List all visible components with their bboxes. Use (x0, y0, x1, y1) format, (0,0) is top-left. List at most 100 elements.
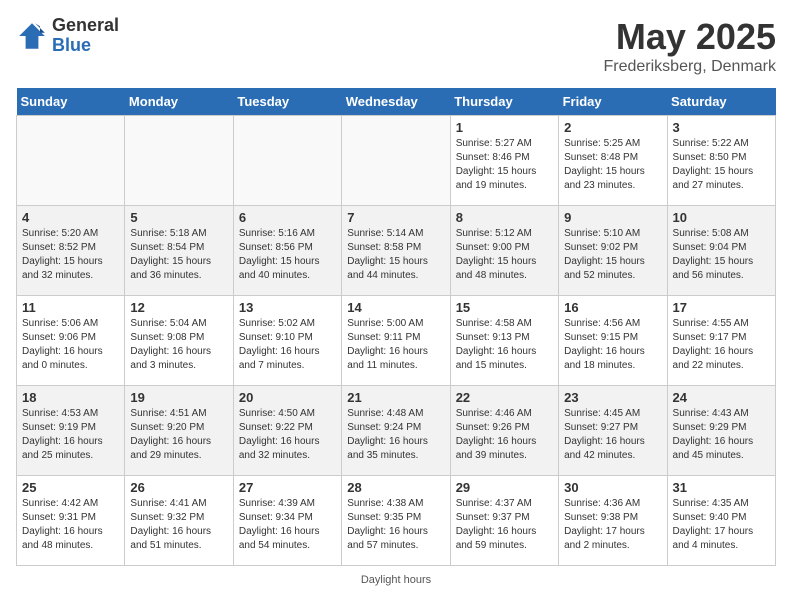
calendar-cell (342, 116, 450, 206)
date-number: 10 (673, 210, 770, 225)
date-number: 11 (22, 300, 119, 315)
calendar-cell: 24 Sunrise: 4:43 AM Sunset: 9:29 PM Dayli… (667, 386, 775, 476)
calendar-cell: 19Sunrise: 4:51 AM Sunset: 9:20 PM Dayli… (125, 386, 233, 476)
cell-info: Sunrise: 4:50 AM Sunset: 9:22 PM Dayligh… (239, 407, 336, 463)
calendar-cell: 2 Sunrise: 5:25 AM Sunset: 8:48 PM Daylig… (559, 116, 667, 206)
date-number: 17 (673, 300, 770, 315)
day-header-saturday: Saturday (667, 88, 775, 116)
cell-info: Sunrise: 4:45 AM Sunset: 9:27 PM Dayligh… (564, 407, 661, 463)
date-number: 14 (347, 300, 444, 315)
calendar-cell: 7 Sunrise: 5:14 AM Sunset: 8:58 PM Daylig… (342, 206, 450, 296)
calendar-cell: 18 Sunrise: 4:53 AM Sunset: 9:19 PM Dayli… (17, 386, 125, 476)
date-number: 7 (347, 210, 444, 225)
cell-info: Sunrise: 4:46 AM Sunset: 9:26 PM Dayligh… (456, 407, 553, 463)
calendar-cell: 22 Sunrise: 4:46 AM Sunset: 9:26 PM Dayli… (450, 386, 558, 476)
calendar-cell: 31Sunrise: 4:35 AM Sunset: 9:40 PM Dayli… (667, 476, 775, 566)
date-number: 21 (347, 390, 444, 405)
calendar-cell (17, 116, 125, 206)
date-number: 20 (239, 390, 336, 405)
calendar-cell: 12 Sunrise: 5:04 AM Sunset: 9:08 PM Dayli… (125, 296, 233, 386)
calendar-cell: 10Sunrise: 5:08 AM Sunset: 9:04 PM Dayli… (667, 206, 775, 296)
location: Frederiksberg, Denmark (604, 58, 777, 76)
calendar-cell: 6Sunrise: 5:16 AM Sunset: 8:56 PM Daylig… (233, 206, 341, 296)
cell-info: Sunrise: 5:18 AM Sunset: 8:54 PM Dayligh… (130, 227, 227, 283)
day-header-wednesday: Wednesday (342, 88, 450, 116)
cell-info: Sunrise: 4:37 AM Sunset: 9:37 PM Dayligh… (456, 497, 553, 553)
cell-info: Sunrise: 5:04 AM Sunset: 9:08 PM Dayligh… (130, 317, 227, 373)
day-header-row: SundayMondayTuesdayWednesdayThursdayFrid… (17, 88, 776, 116)
cell-info: Sunrise: 4:35 AM Sunset: 9:40 PM Dayligh… (673, 497, 770, 553)
cell-info: Sunrise: 5:25 AM Sunset: 8:48 PM Dayligh… (564, 137, 661, 193)
date-number: 4 (22, 210, 119, 225)
date-number: 16 (564, 300, 661, 315)
date-number: 18 (22, 390, 119, 405)
date-number: 28 (347, 480, 444, 495)
logo-text: General Blue (52, 16, 119, 56)
cell-info: Sunrise: 4:48 AM Sunset: 9:24 PM Dayligh… (347, 407, 444, 463)
calendar-cell: 27Sunrise: 4:39 AM Sunset: 9:34 PM Dayli… (233, 476, 341, 566)
date-number: 8 (456, 210, 553, 225)
calendar-cell: 25Sunrise: 4:42 AM Sunset: 9:31 PM Dayli… (17, 476, 125, 566)
cell-info: Sunrise: 4:55 AM Sunset: 9:17 PM Dayligh… (673, 317, 770, 373)
date-number: 22 (456, 390, 553, 405)
day-header-friday: Friday (559, 88, 667, 116)
cell-info: Sunrise: 4:43 AM Sunset: 9:29 PM Dayligh… (673, 407, 770, 463)
day-header-tuesday: Tuesday (233, 88, 341, 116)
logo-general-text: General (52, 16, 119, 36)
cell-info: Sunrise: 4:41 AM Sunset: 9:32 PM Dayligh… (130, 497, 227, 553)
cell-info: Sunrise: 5:02 AM Sunset: 9:10 PM Dayligh… (239, 317, 336, 373)
month-title: May 2025 (604, 16, 777, 58)
cell-info: Sunrise: 4:58 AM Sunset: 9:13 PM Dayligh… (456, 317, 553, 373)
calendar-table: SundayMondayTuesdayWednesdayThursdayFrid… (16, 88, 776, 566)
calendar-cell: 21 Sunrise: 4:48 AM Sunset: 9:24 PM Dayli… (342, 386, 450, 476)
calendar-cell: 29Sunrise: 4:37 AM Sunset: 9:37 PM Dayli… (450, 476, 558, 566)
date-number: 5 (130, 210, 227, 225)
cell-info: Sunrise: 4:36 AM Sunset: 9:38 PM Dayligh… (564, 497, 661, 553)
cell-info: Sunrise: 5:12 AM Sunset: 9:00 PM Dayligh… (456, 227, 553, 283)
date-number: 3 (673, 120, 770, 135)
cell-info: Sunrise: 4:56 AM Sunset: 9:15 PM Dayligh… (564, 317, 661, 373)
cell-info: Sunrise: 5:14 AM Sunset: 8:58 PM Dayligh… (347, 227, 444, 283)
cell-info: Sunrise: 4:42 AM Sunset: 9:31 PM Dayligh… (22, 497, 119, 553)
calendar-cell: 3 Sunrise: 5:22 AM Sunset: 8:50 PM Daylig… (667, 116, 775, 206)
week-row-3: 11 Sunrise: 5:06 AM Sunset: 9:06 PM Dayli… (17, 296, 776, 386)
cell-info: Sunrise: 5:00 AM Sunset: 9:11 PM Dayligh… (347, 317, 444, 373)
calendar-cell: 20 Sunrise: 4:50 AM Sunset: 9:22 PM Dayli… (233, 386, 341, 476)
cell-info: Sunrise: 5:22 AM Sunset: 8:50 PM Dayligh… (673, 137, 770, 193)
page-wrapper: General Blue May 2025 Frederiksberg, Den… (16, 16, 776, 586)
cell-info: Sunrise: 5:10 AM Sunset: 9:02 PM Dayligh… (564, 227, 661, 283)
calendar-cell: 15 Sunrise: 4:58 AM Sunset: 9:13 PM Dayli… (450, 296, 558, 386)
calendar-cell (125, 116, 233, 206)
date-number: 13 (239, 300, 336, 315)
date-number: 12 (130, 300, 227, 315)
cell-info: Sunrise: 5:20 AM Sunset: 8:52 PM Dayligh… (22, 227, 119, 283)
calendar-cell: 30 Sunrise: 4:36 AM Sunset: 9:38 PM Dayli… (559, 476, 667, 566)
date-number: 27 (239, 480, 336, 495)
week-row-1: 1Sunrise: 5:27 AM Sunset: 8:46 PM Daylig… (17, 116, 776, 206)
calendar-cell: 14 Sunrise: 5:00 AM Sunset: 9:11 PM Dayli… (342, 296, 450, 386)
date-number: 24 (673, 390, 770, 405)
day-header-sunday: Sunday (17, 88, 125, 116)
date-number: 26 (130, 480, 227, 495)
cell-info: Sunrise: 4:38 AM Sunset: 9:35 PM Dayligh… (347, 497, 444, 553)
logo-blue-text: Blue (52, 36, 119, 56)
calendar-cell: 13 Sunrise: 5:02 AM Sunset: 9:10 PM Dayli… (233, 296, 341, 386)
cell-info: Sunrise: 4:53 AM Sunset: 9:19 PM Dayligh… (22, 407, 119, 463)
calendar-cell: 28 Sunrise: 4:38 AM Sunset: 9:35 PM Dayli… (342, 476, 450, 566)
date-number: 30 (564, 480, 661, 495)
calendar-cell: 23Sunrise: 4:45 AM Sunset: 9:27 PM Dayli… (559, 386, 667, 476)
calendar-cell: 8 Sunrise: 5:12 AM Sunset: 9:00 PM Daylig… (450, 206, 558, 296)
date-number: 2 (564, 120, 661, 135)
logo: General Blue (16, 16, 119, 56)
logo-icon (16, 20, 48, 52)
calendar-cell (233, 116, 341, 206)
calendar-cell: 1Sunrise: 5:27 AM Sunset: 8:46 PM Daylig… (450, 116, 558, 206)
cell-info: Sunrise: 4:51 AM Sunset: 9:20 PM Dayligh… (130, 407, 227, 463)
calendar-cell: 26 Sunrise: 4:41 AM Sunset: 9:32 PM Dayli… (125, 476, 233, 566)
footer: Daylight hours (16, 574, 776, 586)
date-number: 9 (564, 210, 661, 225)
date-number: 15 (456, 300, 553, 315)
title-area: May 2025 Frederiksberg, Denmark (604, 16, 777, 76)
day-header-thursday: Thursday (450, 88, 558, 116)
cell-info: Sunrise: 5:06 AM Sunset: 9:06 PM Dayligh… (22, 317, 119, 373)
